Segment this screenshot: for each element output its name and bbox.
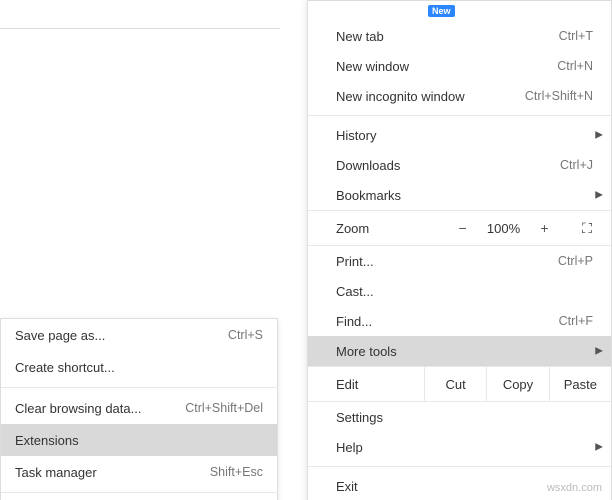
menu-label: Settings (336, 410, 593, 425)
menu-label: Find... (336, 314, 559, 329)
menu-print[interactable]: Print... Ctrl+P (308, 246, 611, 276)
menu-label: New incognito window (336, 89, 525, 104)
chevron-right-icon: ▶ (595, 190, 603, 201)
menu-label: Task manager (15, 465, 210, 480)
new-badge: New (428, 5, 455, 17)
menu-label: New window (336, 59, 557, 74)
chrome-main-menu: New New tab Ctrl+T New window Ctrl+N New… (307, 0, 612, 500)
menu-shortcut: Ctrl+Shift+N (525, 89, 593, 103)
submenu-create-shortcut[interactable]: Create shortcut... (1, 351, 277, 383)
menu-settings[interactable]: Settings (308, 402, 611, 432)
menu-shortcut: Ctrl+T (559, 29, 593, 43)
submenu-extensions[interactable]: Extensions (1, 424, 277, 456)
menu-cast[interactable]: Cast... (308, 276, 611, 306)
menu-label: Clear browsing data... (15, 401, 185, 416)
zoom-in-button[interactable]: + (526, 220, 563, 236)
submenu-save-page-as[interactable]: Save page as... Ctrl+S (1, 319, 277, 351)
menu-label: More tools (336, 344, 593, 359)
menu-shortcut: Ctrl+S (228, 328, 263, 342)
menu-zoom-row: Zoom − 100% + ⛶ (308, 210, 611, 246)
menu-label: Help (336, 440, 593, 455)
menu-label: History (336, 128, 593, 143)
cut-button[interactable]: Cut (424, 367, 486, 401)
menu-find[interactable]: Find... Ctrl+F (308, 306, 611, 336)
menu-label: Save page as... (15, 328, 228, 343)
menu-label: Cast... (336, 284, 593, 299)
menu-shortcut: Ctrl+P (558, 254, 593, 268)
menu-shortcut: Shift+Esc (210, 465, 263, 479)
menu-bookmarks[interactable]: Bookmarks ▶ (308, 180, 611, 210)
menu-history[interactable]: History ▶ (308, 120, 611, 150)
menu-edit-row: Edit Cut Copy Paste (308, 366, 611, 402)
menu-shortcut: Ctrl+F (559, 314, 593, 328)
watermark: wsxdn.com (547, 482, 602, 494)
menu-label: New tab (336, 29, 559, 44)
zoom-out-button[interactable]: − (444, 220, 481, 236)
menu-shortcut: Ctrl+J (560, 158, 593, 172)
copy-button[interactable]: Copy (486, 367, 548, 401)
menu-shortcut: Ctrl+N (557, 59, 593, 73)
menu-more-tools[interactable]: More tools ▶ (308, 336, 611, 366)
more-tools-submenu: Save page as... Ctrl+S Create shortcut..… (0, 318, 278, 500)
menu-label: Create shortcut... (15, 360, 263, 375)
menu-shortcut: Ctrl+Shift+Del (185, 401, 263, 415)
menu-label: Downloads (336, 158, 560, 173)
zoom-label: Zoom (308, 221, 444, 236)
menu-help[interactable]: Help ▶ (308, 432, 611, 462)
chevron-right-icon: ▶ (595, 346, 603, 357)
chevron-right-icon: ▶ (595, 130, 603, 141)
menu-new-incognito[interactable]: New incognito window Ctrl+Shift+N (308, 81, 611, 111)
zoom-value: 100% (481, 221, 526, 236)
submenu-clear-browsing-data[interactable]: Clear browsing data... Ctrl+Shift+Del (1, 392, 277, 424)
menu-label: Bookmarks (336, 188, 593, 203)
chevron-right-icon: ▶ (595, 442, 603, 453)
fullscreen-icon[interactable]: ⛶ (563, 220, 611, 237)
submenu-task-manager[interactable]: Task manager Shift+Esc (1, 456, 277, 488)
menu-label: Print... (336, 254, 558, 269)
paste-button[interactable]: Paste (549, 367, 611, 401)
menu-downloads[interactable]: Downloads Ctrl+J (308, 150, 611, 180)
menu-new-tab[interactable]: New tab Ctrl+T (308, 21, 611, 51)
menu-label: Extensions (15, 433, 263, 448)
edit-label: Edit (308, 377, 424, 392)
menu-new-window[interactable]: New window Ctrl+N (308, 51, 611, 81)
